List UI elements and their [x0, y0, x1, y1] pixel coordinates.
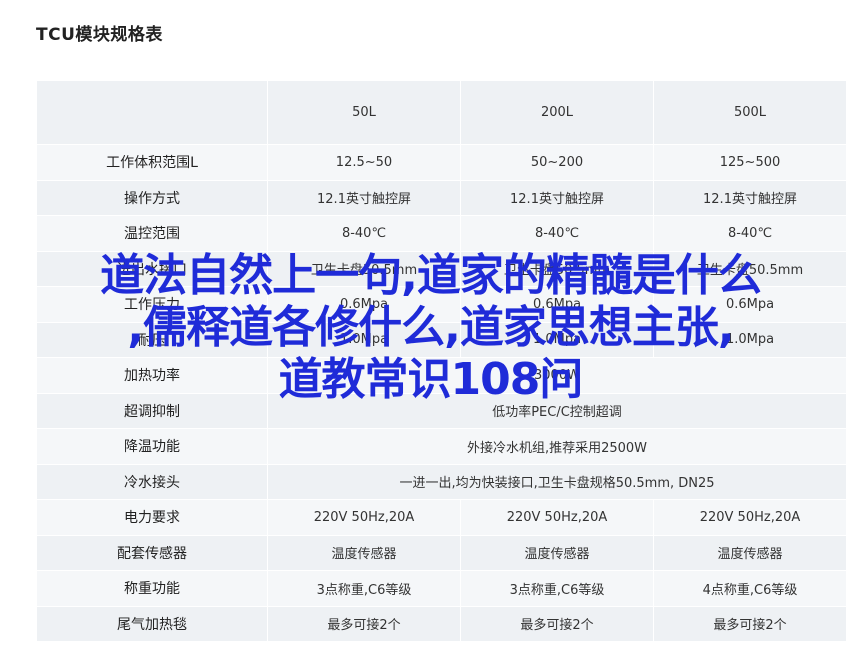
table-row: 配套传感器 温度传感器 温度传感器 温度传感器 — [36, 534, 847, 571]
table-cell: 12.1英寸触控屏 — [653, 179, 847, 216]
table-row: 工作体积范围L 12.5~50 50~200 125~500 — [36, 144, 847, 181]
table-cell: 卫生卡盘50.5mm — [460, 250, 654, 287]
table-cell: 8-40℃ — [460, 215, 654, 252]
row-label: 加热功率 — [36, 357, 268, 394]
table-row: 冷水接头 一进一出,均为快装接口,卫生卡盘规格50.5mm, DN25 — [36, 463, 847, 500]
table-cell: 3点称重,C6等级 — [267, 570, 461, 607]
table-row: 电力要求 220V 50Hz,20A 220V 50Hz,20A 220V 50Hz,… — [36, 499, 847, 536]
table-row: 温控范围 8-40℃ 8-40℃ 8-40℃ — [36, 215, 847, 252]
table-header-model: 500L — [653, 80, 847, 145]
table-cell: 最多可接2个 — [460, 605, 654, 642]
table-cell: 最多可接2个 — [653, 605, 847, 642]
table-row: 超调抑制 低功率PEC/C控制超调 — [36, 392, 847, 429]
row-label: 配套传感器 — [36, 534, 268, 571]
row-label: 电力要求 — [36, 499, 268, 536]
table-cell: 220V 50Hz,20A — [267, 499, 461, 536]
table-cell: 0.6Mpa — [653, 286, 847, 323]
table-cell: 12.5~50 — [267, 144, 461, 181]
table-cell: 125~500 — [653, 144, 847, 181]
table-cell: 12.1英寸触控屏 — [460, 179, 654, 216]
table-row: 加热功率 3000W — [36, 357, 847, 394]
table-cell-merged: 外接冷水机组,推荐采用2500W — [267, 428, 847, 465]
table-cell: 8-40℃ — [653, 215, 847, 252]
table-cell: 50~200 — [460, 144, 654, 181]
table-cell: 220V 50Hz,20A — [653, 499, 847, 536]
table-row: 工作压力 0.6Mpa 0.6Mpa 0.6Mpa — [36, 286, 847, 323]
row-label: 进出水接口 — [36, 250, 268, 287]
row-label: 冷水接头 — [36, 463, 268, 500]
row-label: 尾气加热毯 — [36, 605, 268, 642]
table-cell: 12.1英寸触控屏 — [267, 179, 461, 216]
table-cell: 温度传感器 — [653, 534, 847, 571]
row-label: 称重功能 — [36, 570, 268, 607]
row-label: 工作压力 — [36, 286, 268, 323]
table-cell: 220V 50Hz,20A — [460, 499, 654, 536]
table-cell: 1.0Mpa — [653, 321, 847, 358]
row-label: 操作方式 — [36, 179, 268, 216]
row-label: 耐压 — [36, 321, 268, 358]
page-title: TCU模块规格表 — [36, 25, 163, 45]
spec-table: 50L 200L 500L 工作体积范围L 12.5~50 50~200 125~50… — [36, 80, 847, 642]
table-cell: 4点称重,C6等级 — [653, 570, 847, 607]
table-row: 耐压 1.0Mpa 1.0Mpa 1.0Mpa — [36, 321, 847, 358]
table-cell: 卫生卡盘50.5mm — [653, 250, 847, 287]
table-header-blank — [36, 80, 268, 145]
table-cell: 1.0Mpa — [267, 321, 461, 358]
table-cell: 3点称重,C6等级 — [460, 570, 654, 607]
table-cell: 温度传感器 — [267, 534, 461, 571]
row-label: 工作体积范围L — [36, 144, 268, 181]
table-cell-merged: 一进一出,均为快装接口,卫生卡盘规格50.5mm, DN25 — [267, 463, 847, 500]
table-row: 尾气加热毯 最多可接2个 最多可接2个 最多可接2个 — [36, 605, 847, 642]
table-cell: 0.6Mpa — [460, 286, 654, 323]
row-label: 降温功能 — [36, 428, 268, 465]
table-row: 进出水接口 卫生卡盘50.5mm 卫生卡盘50.5mm 卫生卡盘50.5mm — [36, 250, 847, 287]
table-row: 降温功能 外接冷水机组,推荐采用2500W — [36, 428, 847, 465]
table-header-model: 50L — [267, 80, 461, 145]
table-cell: 温度传感器 — [460, 534, 654, 571]
table-header-model: 200L — [460, 80, 654, 145]
table-cell: 8-40℃ — [267, 215, 461, 252]
table-row: 操作方式 12.1英寸触控屏 12.1英寸触控屏 12.1英寸触控屏 — [36, 179, 847, 216]
table-cell: 卫生卡盘50.5mm — [267, 250, 461, 287]
table-cell-merged: 低功率PEC/C控制超调 — [267, 392, 847, 429]
table-row: 称重功能 3点称重,C6等级 3点称重,C6等级 4点称重,C6等级 — [36, 570, 847, 607]
table-cell: 最多可接2个 — [267, 605, 461, 642]
row-label: 温控范围 — [36, 215, 268, 252]
table-cell-merged: 3000W — [267, 357, 847, 394]
row-label: 超调抑制 — [36, 392, 268, 429]
table-header-row: 50L 200L 500L — [36, 80, 847, 145]
table-cell: 0.6Mpa — [267, 286, 461, 323]
table-cell: 1.0Mpa — [460, 321, 654, 358]
